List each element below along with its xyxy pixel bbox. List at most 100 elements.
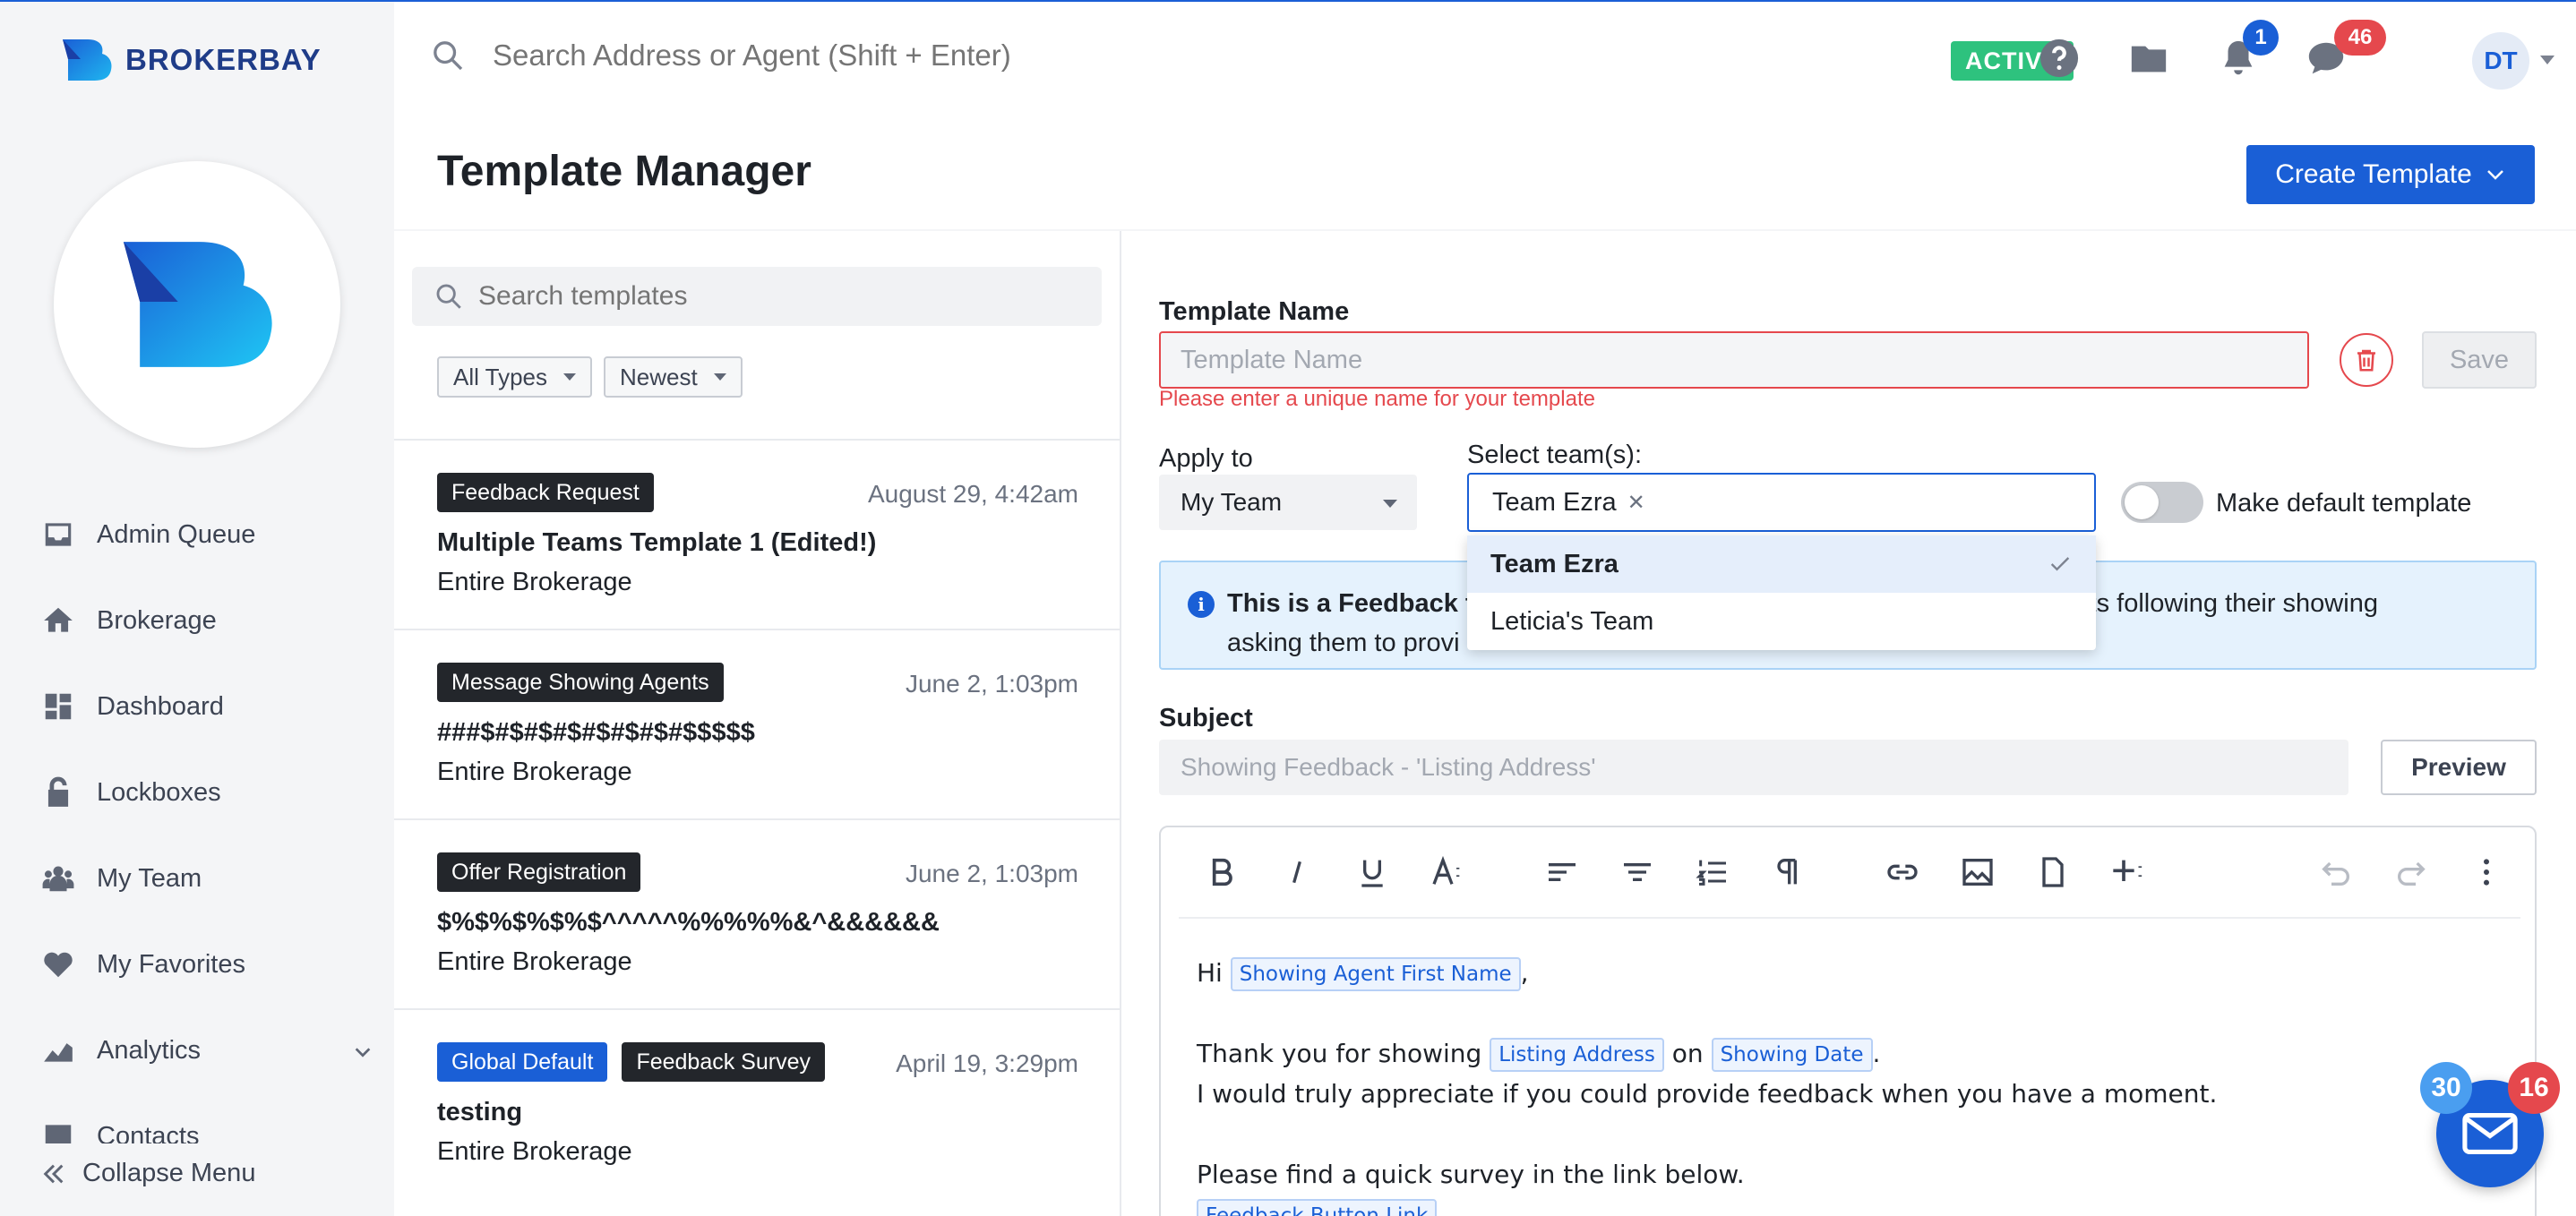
- merge-field-listing-address[interactable]: Listing Address: [1490, 1038, 1664, 1072]
- brokerbay-logo-icon: [63, 39, 112, 81]
- redo-button[interactable]: [2390, 851, 2433, 894]
- insert-more-button[interactable]: [2107, 851, 2150, 894]
- list-divider: [394, 818, 1120, 820]
- survey-text: Please find a quick survey in the link b…: [1197, 1160, 1745, 1189]
- template-search[interactable]: [412, 267, 1102, 326]
- caret-down-icon: [563, 373, 577, 381]
- template-scope: Entire Brokerage: [437, 568, 632, 596]
- brand-logo[interactable]: BROKERBAY: [61, 38, 322, 82]
- template-list-item[interactable]: Global Default Feedback Survey April 19,…: [394, 1042, 1120, 1216]
- page-title: Template Manager: [437, 148, 811, 195]
- undo-button[interactable]: [2314, 851, 2357, 894]
- team-option[interactable]: Leticia's Team: [1467, 593, 2096, 650]
- ordered-list-button[interactable]: [1691, 851, 1734, 894]
- template-list-item[interactable]: Offer Registration June 2, 1:03pm $%$%$%…: [394, 852, 1120, 1040]
- trash-icon: [2357, 349, 2375, 372]
- file-button[interactable]: [2031, 851, 2074, 894]
- preview-button[interactable]: Preview: [2381, 740, 2537, 795]
- merge-field-feedback-link[interactable]: Feedback Button Link: [1197, 1199, 1438, 1216]
- appreciate-text: I would truly appreciate if you could pr…: [1197, 1079, 2218, 1109]
- sidebar-item-my-favorites[interactable]: My Favorites: [41, 942, 373, 987]
- italic-button[interactable]: [1275, 851, 1318, 894]
- editor-body[interactable]: Hi Showing Agent First Name, Thank you f…: [1197, 953, 2451, 1216]
- template-list-item[interactable]: Message Showing Agents June 2, 1:03pm ##…: [394, 663, 1120, 851]
- delete-template-button[interactable]: [2340, 333, 2393, 387]
- type-filter-dropdown[interactable]: All Types: [437, 356, 593, 398]
- template-list-item[interactable]: Feedback Request August 29, 4:42am Multi…: [394, 473, 1120, 661]
- remove-chip-icon[interactable]: ✕: [1627, 490, 1645, 516]
- user-avatar[interactable]: DT: [2472, 32, 2529, 90]
- template-date: August 29, 4:42am: [867, 480, 1078, 508]
- template-editor: Template Name Template Name Please enter…: [1121, 231, 2576, 1216]
- collapse-menu-label: Collapse Menu: [82, 1159, 256, 1187]
- template-type-tag: Offer Registration: [437, 852, 641, 892]
- default-template-toggle[interactable]: [2121, 482, 2203, 523]
- kebab-menu-icon: [2484, 859, 2489, 886]
- folder-icon[interactable]: [2128, 38, 2169, 79]
- rich-text-editor[interactable]: Hi Showing Agent First Name, Thank you f…: [1159, 826, 2537, 1216]
- team-option-label: Leticia's Team: [1490, 606, 1654, 636]
- template-name-input[interactable]: Template Name: [1159, 331, 2309, 389]
- team-option-label: Team Ezra: [1490, 549, 1619, 578]
- plus-icon: [2113, 860, 2142, 881]
- sidebar-item-admin-queue[interactable]: Admin Queue: [41, 512, 373, 557]
- sidebar-item-label: My Team: [97, 863, 202, 893]
- text-style-button[interactable]: [1426, 851, 1469, 894]
- sidebar-item-contacts[interactable]: Contacts: [41, 1114, 373, 1143]
- sidebar-item-lockboxes[interactable]: Lockboxes: [41, 770, 373, 815]
- sidebar-item-dashboard[interactable]: Dashboard: [41, 684, 373, 729]
- italic-icon: [1292, 861, 1301, 884]
- apply-to-label: Apply to: [1159, 444, 1253, 473]
- save-button[interactable]: Save: [2422, 331, 2537, 389]
- apply-to-select[interactable]: My Team: [1159, 475, 1417, 530]
- chevron-down-icon: [2486, 170, 2503, 180]
- undo-icon: [2322, 861, 2349, 886]
- inbox-icon: [45, 523, 72, 546]
- merge-field-first-name[interactable]: Showing Agent First Name: [1230, 957, 1521, 991]
- checkmark-icon: [2050, 557, 2070, 571]
- chat-count-badge-red: 16: [2508, 1062, 2560, 1114]
- greeting-text: Hi: [1197, 958, 1223, 988]
- sidebar-item-my-team[interactable]: My Team: [41, 856, 373, 901]
- team-multiselect[interactable]: Team Ezra ✕: [1467, 473, 2096, 532]
- collapse-menu-button[interactable]: Collapse Menu: [41, 1159, 255, 1188]
- bold-button[interactable]: [1200, 851, 1243, 894]
- brokerage-avatar[interactable]: [54, 161, 340, 448]
- info-bold-text: This is a Feedback t: [1227, 589, 1474, 618]
- user-menu-caret-icon[interactable]: [2540, 56, 2555, 64]
- create-template-button[interactable]: Create Template: [2246, 145, 2535, 204]
- lock-icon: [47, 776, 69, 807]
- search-icon: [436, 284, 461, 309]
- subject-input[interactable]: Showing Feedback - 'Listing Address': [1159, 740, 2348, 795]
- sidebar-item-label: My Favorites: [97, 949, 245, 979]
- envelope-icon: [2462, 1113, 2518, 1154]
- toggle-knob: [2125, 485, 2159, 519]
- image-button[interactable]: [1956, 851, 1999, 894]
- apply-to-value: My Team: [1181, 488, 1283, 516]
- help-icon[interactable]: [2039, 38, 2080, 79]
- sidebar-item-analytics[interactable]: Analytics: [41, 1028, 373, 1073]
- align-center-button[interactable]: [1616, 851, 1659, 894]
- link-button[interactable]: [1881, 851, 1924, 894]
- top-header: ACTIVE 1 46 DT Template Manager Create T…: [394, 2, 2576, 229]
- template-search-input[interactable]: [478, 281, 1016, 312]
- team-option[interactable]: Team Ezra: [1467, 535, 2096, 593]
- create-template-label: Create Template: [2275, 159, 2472, 189]
- align-left-button[interactable]: [1541, 851, 1584, 894]
- redo-icon: [2398, 861, 2426, 886]
- merge-field-showing-date[interactable]: Showing Date: [1711, 1038, 1873, 1072]
- team-chip: Team Ezra ✕: [1492, 488, 1645, 518]
- paragraph-button[interactable]: [1766, 851, 1809, 894]
- global-search[interactable]: [430, 38, 1120, 73]
- sidebar-item-brokerage[interactable]: Brokerage: [41, 598, 373, 643]
- default-template-label: Make default template: [2216, 489, 2472, 518]
- ordered-list-icon: [1696, 860, 1726, 886]
- home-icon: [44, 607, 73, 632]
- underline-button[interactable]: [1351, 851, 1394, 894]
- global-search-input[interactable]: [493, 39, 1120, 73]
- template-name-label: Template Name: [1159, 297, 1350, 326]
- list-divider: [394, 439, 1120, 441]
- sort-filter-dropdown[interactable]: Newest: [604, 356, 743, 398]
- more-options-button[interactable]: [2465, 851, 2508, 894]
- type-filter-value: All Types: [453, 363, 548, 390]
